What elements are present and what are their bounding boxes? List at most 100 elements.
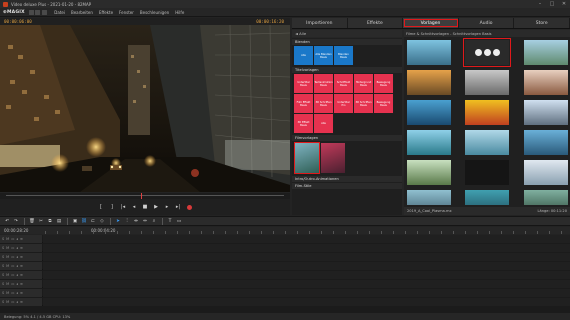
template-thumb[interactable] xyxy=(524,70,568,95)
template-thumb[interactable] xyxy=(524,190,568,205)
template-tile[interactable]: Alle xyxy=(314,114,333,133)
template-tile[interactable]: 3D Schriften Basis xyxy=(354,94,373,113)
template-thumb[interactable] xyxy=(465,100,509,125)
split-icon[interactable]: ⫶ xyxy=(123,217,131,225)
template-thumb[interactable] xyxy=(524,130,568,155)
range-icon[interactable]: ⇔ xyxy=(141,217,149,225)
template-tile[interactable]: 3D Schriften Basis xyxy=(314,94,333,113)
template-tile[interactable]: 3D Effekt Basis xyxy=(294,114,313,133)
step-forward-icon[interactable]: ▸ xyxy=(162,203,173,212)
template-thumb[interactable] xyxy=(407,130,451,155)
template-tile[interactable]: Bewegung Basis xyxy=(374,74,393,93)
open-project-button[interactable] xyxy=(35,9,41,15)
template-tile[interactable]: Film Effekt Basis xyxy=(294,94,313,113)
track-header[interactable]: S M ▭ ◂ ≡ xyxy=(0,280,42,288)
template-tile[interactable]: Untertitel Pro xyxy=(334,94,353,113)
timeline-ruler[interactable]: 00:00:28:20 00:00:04:20 xyxy=(0,227,570,234)
track-lane[interactable] xyxy=(43,262,570,270)
stop-icon[interactable]: ■ xyxy=(140,203,151,212)
template-thumb[interactable] xyxy=(407,70,451,95)
template-thumb[interactable] xyxy=(524,40,568,65)
template-tile[interactable]: Untertitel Basis xyxy=(294,74,313,93)
video-preview[interactable] xyxy=(0,25,290,192)
template-tile[interactable]: Bewegung Basis xyxy=(374,94,393,113)
tab-import[interactable]: Importieren xyxy=(292,18,348,28)
tab-templates[interactable]: Vorlagen xyxy=(403,18,459,28)
track-row[interactable]: S M ▭ ◂ ≡ xyxy=(0,244,570,252)
stretch-icon[interactable]: ⇹ xyxy=(132,217,140,225)
paste-icon[interactable]: ▤ xyxy=(55,217,63,225)
marker-icon[interactable]: ◇ xyxy=(98,217,106,225)
pool-breadcrumb[interactable]: ◄ Alle xyxy=(292,30,402,37)
filmvorlage-thumb-selected[interactable] xyxy=(294,142,320,174)
template-tile[interactable]: Textanimation Basis xyxy=(314,74,333,93)
cut-icon[interactable]: ✂ xyxy=(37,217,45,225)
track-header[interactable]: S M ▭ ◂ ≡ xyxy=(0,289,42,297)
track-lane[interactable] xyxy=(43,235,570,243)
template-thumb-selected[interactable] xyxy=(463,38,511,67)
template-thumb[interactable] xyxy=(524,100,568,125)
save-project-button[interactable] xyxy=(41,9,47,15)
menu-help[interactable]: Hilfe xyxy=(175,10,184,15)
track-row[interactable]: S M ▭ ◂ ≡ xyxy=(0,271,570,279)
section-film-stile[interactable]: Film-Stile xyxy=(292,183,402,189)
template-tile[interactable]: Alle Blenden Basis xyxy=(314,46,333,65)
minimize-icon[interactable]: – xyxy=(534,0,546,8)
template-thumb[interactable] xyxy=(524,160,568,185)
delete-icon[interactable]: 🗑 xyxy=(28,217,36,225)
close-icon[interactable]: ✕ xyxy=(558,0,570,8)
text-icon[interactable]: T xyxy=(166,217,174,225)
group-icon[interactable]: ▣ xyxy=(71,217,79,225)
link-icon[interactable]: ⛓ xyxy=(80,217,88,225)
track-header[interactable]: S M ▭ ◂ ≡ xyxy=(0,253,42,261)
template-tile[interactable]: Schriftfeld Basis xyxy=(334,74,353,93)
track-row[interactable]: S M ▭ ◂ ≡ xyxy=(0,235,570,243)
mark-in-icon[interactable]: [ xyxy=(96,203,107,212)
track-row[interactable]: S M ▭ ◂ ≡ xyxy=(0,253,570,261)
template-thumb[interactable] xyxy=(407,40,451,65)
mark-out-icon[interactable]: ] xyxy=(107,203,118,212)
menu-effects[interactable]: Effekte xyxy=(99,10,113,15)
track-lane[interactable] xyxy=(43,280,570,288)
track-row[interactable]: S M ▭ ◂ ≡ xyxy=(0,298,570,306)
zoom-icon[interactable]: ⌕ xyxy=(150,217,158,225)
track-lane[interactable] xyxy=(43,289,570,297)
tab-store[interactable]: Store xyxy=(514,18,570,28)
pointer-icon[interactable]: ➤ xyxy=(114,217,122,225)
maximize-icon[interactable]: □ xyxy=(546,0,558,8)
template-thumb[interactable] xyxy=(465,70,509,95)
template-tile[interactable]: Hintergrund Basis xyxy=(354,74,373,93)
undo-icon[interactable]: ↶ xyxy=(3,217,11,225)
template-thumb[interactable] xyxy=(407,190,451,205)
track-row[interactable]: S M ▭ ◂ ≡ xyxy=(0,280,570,288)
track-lane[interactable] xyxy=(43,253,570,261)
track-lane[interactable] xyxy=(43,244,570,252)
filmvorlage-thumb[interactable] xyxy=(321,143,345,173)
play-icon[interactable]: ▶ xyxy=(151,203,162,212)
jump-end-icon[interactable]: ▸| xyxy=(173,203,184,212)
tab-effects[interactable]: Effekte xyxy=(347,18,404,28)
menu-edit[interactable]: Bearbeiten xyxy=(71,10,93,15)
template-thumb[interactable] xyxy=(465,190,509,205)
redo-icon[interactable]: ↷ xyxy=(12,217,20,225)
template-thumb[interactable] xyxy=(407,160,451,185)
track-header[interactable]: S M ▭ ◂ ≡ xyxy=(0,298,42,306)
copy-icon[interactable]: ⧉ xyxy=(46,217,54,225)
tab-audio[interactable]: Audio xyxy=(458,18,515,28)
snap-icon[interactable]: ⊏ xyxy=(89,217,97,225)
record-button[interactable] xyxy=(184,203,195,212)
screen-icon[interactable]: ▭ xyxy=(175,217,183,225)
menu-window[interactable]: Fenster xyxy=(119,10,134,15)
step-back-icon[interactable]: ◂ xyxy=(129,203,140,212)
template-thumb[interactable] xyxy=(465,130,509,155)
new-project-button[interactable] xyxy=(28,9,34,15)
template-tile[interactable]: Alle xyxy=(294,46,313,65)
section-intro-outro[interactable]: Intro/Outro-Animationen xyxy=(292,176,402,182)
menu-file[interactable]: Datei xyxy=(54,10,65,15)
track-header[interactable]: S M ▭ ◂ ≡ xyxy=(0,235,42,243)
track-header[interactable]: S M ▭ ◂ ≡ xyxy=(0,262,42,270)
jump-start-icon[interactable]: |◂ xyxy=(118,203,129,212)
template-tile[interactable]: Blenden Basis xyxy=(334,46,353,65)
track-header[interactable]: S M ▭ ◂ ≡ xyxy=(0,271,42,279)
template-thumb[interactable] xyxy=(407,100,451,125)
